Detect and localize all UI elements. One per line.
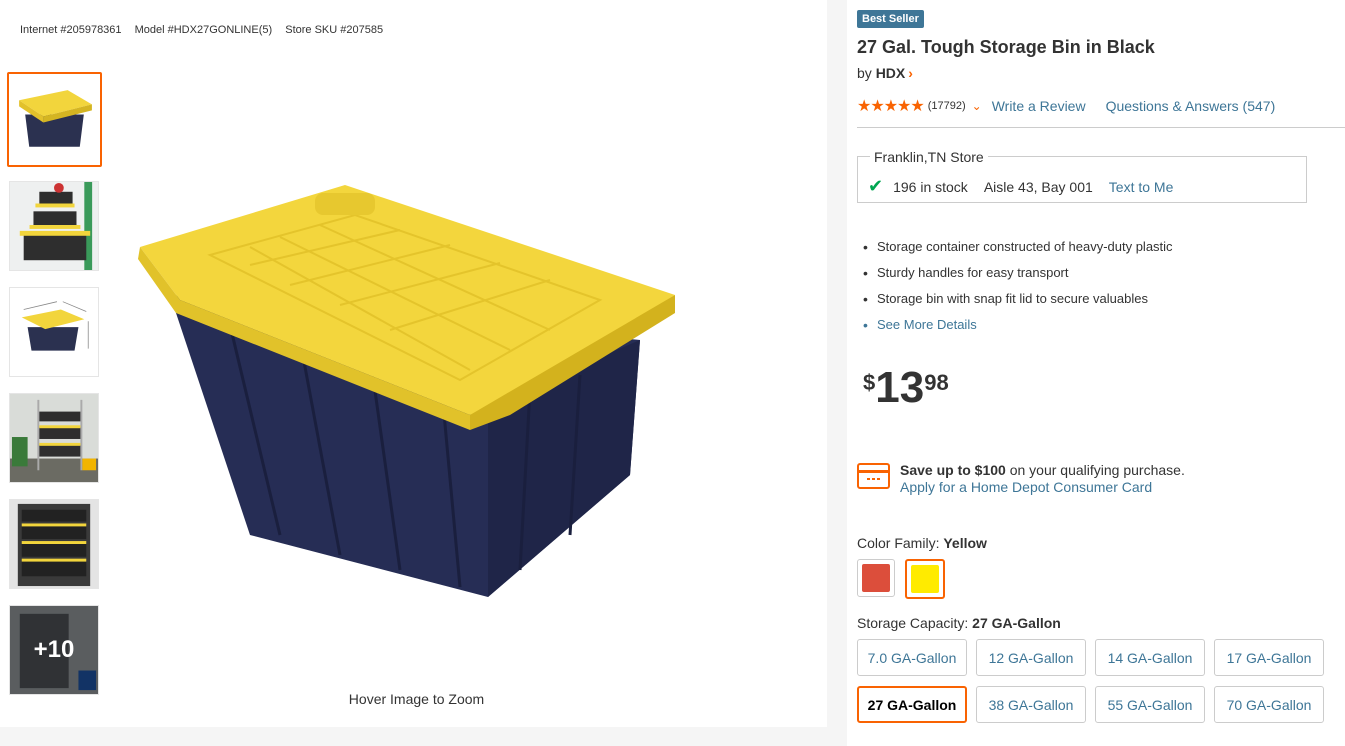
hover-zoom-hint: Hover Image to Zoom: [348, 691, 485, 707]
thumbnail-more[interactable]: +10: [9, 605, 99, 695]
capacity-option[interactable]: 17 GA-Gallon: [1214, 639, 1324, 676]
brand-by-label: by: [857, 65, 872, 81]
product-identifiers: Internet #205978361 Model #HDX27GONLINE(…: [20, 24, 393, 36]
chevron-right-icon[interactable]: ›: [908, 65, 913, 81]
rating-row: ★★★★★ (17792) ⌄ Write a Review Questions…: [857, 96, 1275, 116]
capacity-option[interactable]: 70 GA-Gallon: [1214, 686, 1324, 723]
price: $ 13 98: [863, 364, 949, 412]
thumbnail-1[interactable]: [7, 72, 102, 167]
chevron-down-icon[interactable]: ⌄: [972, 99, 982, 113]
checkmark-icon: ✔: [868, 176, 884, 196]
highlights-list: Storage container constructed of heavy-d…: [863, 239, 1173, 343]
color-selected-value: Yellow: [943, 535, 987, 551]
more-images-count: +10: [10, 606, 98, 694]
capacity-option[interactable]: 38 GA-Gallon: [976, 686, 1086, 723]
internet-number: Internet #205978361: [20, 24, 122, 36]
stock-count: 196 in stock: [893, 178, 968, 195]
swatch-red[interactable]: [857, 559, 895, 597]
credit-card-icon: [857, 463, 890, 489]
promo-headline: Save up to $100: [900, 462, 1006, 478]
shelving-unit-image: [10, 500, 98, 588]
thumbnail-2[interactable]: [9, 181, 99, 271]
stacked-bins-image: [10, 182, 98, 270]
store-sku: Store SKU #207585: [285, 24, 384, 36]
thumbnail-5[interactable]: [9, 499, 99, 589]
best-seller-badge: Best Seller: [857, 10, 924, 28]
capacity-option[interactable]: 14 GA-Gallon: [1095, 639, 1205, 676]
highlight-item: Storage container constructed of heavy-d…: [863, 239, 1173, 265]
dimensions-image: [21, 301, 89, 351]
capacity-label-text: Storage Capacity:: [857, 615, 973, 631]
capacity-option[interactable]: 55 GA-Gallon: [1095, 686, 1205, 723]
price-currency: $: [863, 370, 876, 395]
brand-link[interactable]: HDX: [876, 65, 906, 81]
color-label-text: Color Family:: [857, 535, 944, 551]
thumbnail-4[interactable]: [9, 393, 99, 483]
model-number: Model #HDX27GONLINE(5): [134, 24, 273, 36]
apply-card-link[interactable]: Apply for a Home Depot Consumer Card: [900, 479, 1185, 496]
garage-shelf-image: [10, 394, 98, 482]
promo-detail: on your qualifying purchase.: [1005, 462, 1185, 478]
highlight-item: Sturdy handles for easy transport: [863, 265, 1173, 291]
color-family-label: Color Family: Yellow: [857, 535, 987, 551]
product-info-panel: Best Seller 27 Gal. Tough Storage Bin in…: [847, 0, 1345, 746]
media-gallery: Internet #205978361 Model #HDX27GONLINE(…: [0, 0, 827, 727]
store-availability: Franklin,TN Store ✔ 196 in stock Aisle 4…: [857, 149, 1307, 203]
color-swatches: [857, 559, 955, 599]
aisle-location: Aisle 43, Bay 001: [983, 178, 1093, 195]
bin-thumbnail-image: [19, 90, 92, 147]
highlight-item: Storage bin with snap fit lid to secure …: [863, 291, 1173, 317]
thumbnail-3[interactable]: [9, 287, 99, 377]
store-name[interactable]: Franklin,TN Store: [870, 149, 988, 165]
review-count[interactable]: (17792): [928, 100, 966, 112]
swatch-yellow[interactable]: [905, 559, 945, 599]
capacity-options: 7.0 GA-Gallon 12 GA-Gallon 14 GA-Gallon …: [857, 639, 1337, 723]
capacity-option[interactable]: 7.0 GA-Gallon: [857, 639, 967, 676]
text-to-me-link[interactable]: Text to Me: [1109, 179, 1174, 195]
thumbnail-list: +10: [7, 72, 102, 711]
divider: [857, 127, 1345, 128]
product-main-image[interactable]: [130, 175, 690, 605]
product-title: 27 Gal. Tough Storage Bin in Black: [857, 37, 1155, 57]
capacity-selected-value: 27 GA-Gallon: [972, 615, 1061, 631]
capacity-option[interactable]: 12 GA-Gallon: [976, 639, 1086, 676]
see-more-details-link[interactable]: See More Details: [863, 317, 1173, 343]
capacity-option-selected[interactable]: 27 GA-Gallon: [857, 686, 967, 723]
questions-answers-link[interactable]: Questions & Answers (547): [1106, 98, 1276, 114]
credit-card-promo: Save up to $100 on your qualifying purch…: [857, 462, 1185, 496]
price-cents: 98: [924, 370, 949, 395]
write-review-link[interactable]: Write a Review: [992, 98, 1086, 114]
price-whole: 13: [875, 363, 925, 412]
brand-row: by HDX ›: [857, 65, 913, 81]
star-rating-icon[interactable]: ★★★★★: [857, 96, 925, 116]
storage-capacity-label: Storage Capacity: 27 GA-Gallon: [857, 615, 1061, 631]
